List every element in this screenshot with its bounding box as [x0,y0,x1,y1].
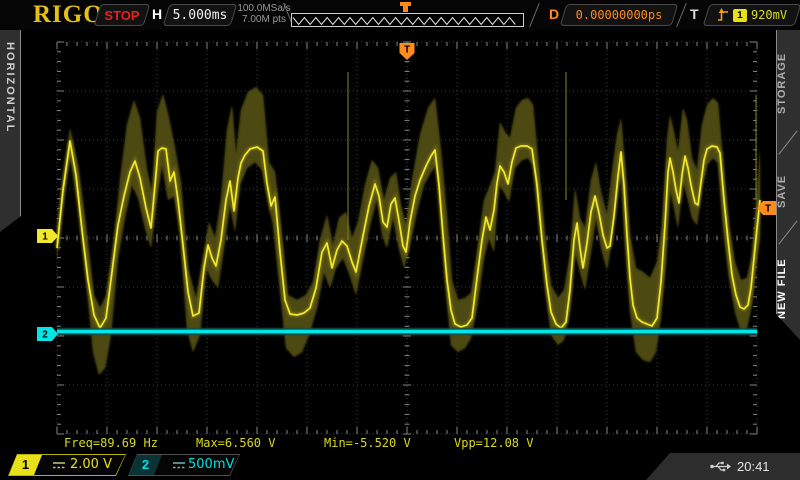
svg-text:2: 2 [42,330,48,341]
channel2-scale: 500mV [188,457,234,472]
svg-text:1: 1 [42,232,48,243]
measurement-vpp: Vpp=12.08 V [454,436,533,450]
measurement-freq: Freq=89.69 Hz [64,436,158,450]
channel1-scale: 2.00 V [70,457,112,472]
measurement-min: Min=-5.520 V [324,436,411,450]
svg-text:T: T [404,45,410,56]
oscilloscope-screen: RIGOL STOP H 5.000ms 100.0MSa/s 7.00M pt… [0,0,800,480]
dc-coupling-icon [172,461,186,470]
usb-icon [710,461,732,472]
clock-time: 20:41 [737,459,770,474]
svg-text:T: T [765,204,771,215]
waveform-display: 1 2 T T [0,0,800,480]
channel1-badge[interactable]: 1 2.00 V [8,454,126,476]
measurement-max: Max=6.560 V [196,436,275,450]
channel2-badge[interactable]: 2 500mV [128,454,240,476]
dc-coupling-icon [52,461,66,470]
channel2-trace [57,328,757,336]
